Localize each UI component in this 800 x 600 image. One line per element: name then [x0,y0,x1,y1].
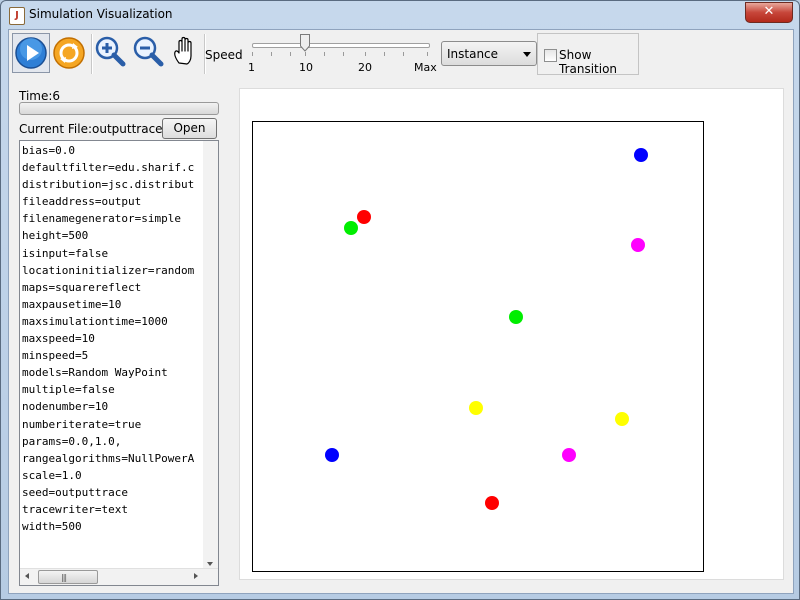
zoom-out-icon [133,36,164,67]
slider-tick [324,52,325,56]
grip-icon: ||| [61,573,67,582]
simulation-node[interactable] [485,496,499,510]
simulation-node[interactable] [357,210,371,224]
simulation-node[interactable] [562,448,576,462]
zoom-in-button[interactable] [92,33,130,73]
slider-tick [305,52,306,56]
speed-tick-label: Max [414,61,437,74]
speed-tick-label: 20 [358,61,372,74]
mode-select-value: Instance [447,47,499,61]
show-transition-checkbox[interactable] [544,49,557,62]
simulation-node[interactable] [631,238,645,252]
pan-button[interactable] [168,33,206,73]
chevron-down-icon [523,52,531,57]
property-line: height=500 [22,229,89,243]
property-line: maps=squarereflect [22,280,142,294]
time-label: Time:6 [19,89,61,103]
speed-slider-track[interactable] [252,43,430,48]
slider-tick [384,52,385,56]
property-line: isinput=false [22,246,109,260]
mode-select[interactable]: Instance [441,41,537,66]
simulation-node[interactable] [325,448,339,462]
speed-tick-label: 10 [299,61,313,74]
property-line: params=0.0,1.0, [22,434,122,448]
property-line: locationinitializer=random [22,263,195,277]
scroll-right-icon[interactable] [194,573,198,579]
play-button[interactable] [12,33,50,73]
property-line: scale=1.0 [22,468,82,482]
property-line: defaultfilter=edu.sharif.c [22,161,195,175]
reset-icon [53,37,85,69]
property-line: width=500 [22,520,82,534]
scroll-left-icon[interactable] [25,573,29,579]
simulation-canvas[interactable] [252,121,704,572]
play-icon [15,37,47,69]
app-window: J Simulation Visualization ✕ Speed 1 10 … [0,0,800,600]
simulation-svg [325,148,648,510]
slider-tick [427,52,428,56]
slider-tick [343,52,344,56]
property-line: models=Random WayPoint [22,366,168,380]
property-line: maxsimulationtime=1000 [22,314,168,328]
main-content: Speed 1 10 20 Max Instance Show Transiti… [8,29,794,594]
java-app-icon: J [9,7,25,25]
speed-label: Speed [205,48,243,62]
open-button[interactable]: Open [162,118,217,139]
property-line: filenamegenerator=simple [22,212,181,226]
property-line: fileaddress=output [22,195,142,209]
property-line: multiple=false [22,383,115,397]
property-line: bias=0.0 [22,144,75,157]
window-title: Simulation Visualization [29,7,173,21]
property-line: maxspeed=10 [22,332,95,346]
hand-icon [174,36,192,65]
simulation-node[interactable] [469,401,483,415]
close-button[interactable]: ✕ [745,2,793,23]
scrollbar-thumb[interactable]: ||| [38,570,98,584]
slider-tick [252,52,253,56]
simulation-node[interactable] [509,310,523,324]
scroll-down-icon[interactable] [207,562,213,566]
title-bar[interactable]: J Simulation Visualization ✕ [1,1,799,29]
properties-list: bias=0.0 defaultfilter=edu.sharif.c distri… [22,142,202,535]
simulation-node[interactable] [634,148,648,162]
property-line: maxpausetime=10 [22,297,122,311]
reset-button[interactable] [51,33,89,73]
properties-textarea[interactable]: bias=0.0 defaultfilter=edu.sharif.c distri… [19,140,219,586]
vertical-scrollbar[interactable] [203,141,218,569]
zoom-in-icon [95,36,126,67]
property-line: distribution=jsc.distribut [22,178,195,192]
slider-tick [365,52,366,56]
property-line: seed=outputtrace [22,485,128,499]
speed-slider-thumb[interactable] [300,34,310,52]
property-line: numberiterate=true [22,417,142,431]
show-transition-label[interactable]: Show Transition [559,48,638,76]
property-line: minspeed=5 [22,349,89,363]
simulation-panel [239,88,784,580]
toolbar: Speed 1 10 20 Max Instance Show Transiti… [9,30,793,78]
simulation-node[interactable] [344,221,358,235]
zoom-out-button[interactable] [130,33,168,73]
horizontal-scrollbar[interactable]: ||| [20,568,218,585]
slider-tick [271,52,272,56]
property-line: nodenumber=10 [22,400,109,414]
slider-tick [290,52,291,56]
property-line: rangealgorithms=NullPowerA [22,451,195,465]
show-transition-panel: Show Transition [537,33,639,76]
property-line: tracewriter=text [22,502,128,516]
simulation-node[interactable] [615,412,629,426]
time-progress-bar [19,102,219,115]
speed-tick-label: 1 [248,61,255,74]
slider-tick [403,52,404,56]
